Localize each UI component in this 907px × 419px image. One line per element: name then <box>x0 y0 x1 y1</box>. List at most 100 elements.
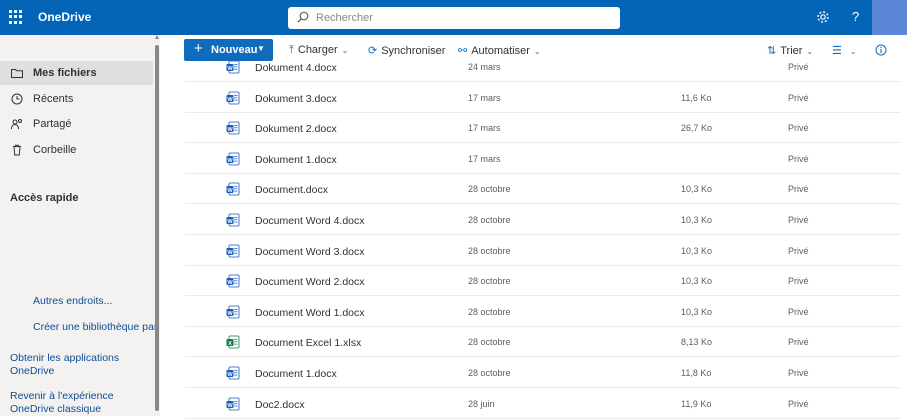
file-name[interactable]: Document Word 3.docx <box>255 246 365 258</box>
file-size: 11,9 Ko <box>681 398 712 409</box>
svg-text:W: W <box>227 372 233 378</box>
word-file-icon: W <box>226 274 240 288</box>
search-input[interactable] <box>316 9 606 27</box>
get-apps-link[interactable]: Obtenir les applications OneDrive <box>10 352 150 378</box>
word-file-icon: W <box>226 244 240 257</box>
file-modified-date: 28 octobre <box>468 184 511 195</box>
file-sharing: Privé <box>788 123 809 134</box>
word-file-icon: W <box>226 397 240 410</box>
word-file-icon: W <box>226 182 240 196</box>
file-modified-date: 28 octobre <box>468 337 511 348</box>
file-name[interactable]: Dokument 2.docx <box>255 123 337 135</box>
nav-item-recycle-bin[interactable]: Corbeille <box>0 138 153 162</box>
svg-text:X: X <box>228 341 232 347</box>
file-size: 10,3 Ko <box>681 306 713 317</box>
shared-icon <box>11 119 22 130</box>
file-name[interactable]: Dokument 4.docx <box>255 62 337 74</box>
folder-icon <box>11 69 23 78</box>
file-name[interactable]: Document Word 1.docx <box>255 307 365 319</box>
file-row[interactable]: W Doc2.docx 28 juin 11,9 Ko Privé <box>185 389 900 419</box>
file-size: 11,8 Ko <box>681 368 712 378</box>
file-name[interactable]: Document Word 4.docx <box>255 215 365 227</box>
file-sharing: Privé <box>788 62 809 72</box>
file-name[interactable]: Dokument 3.docx <box>255 93 337 105</box>
app-title[interactable]: OneDrive <box>38 10 91 24</box>
file-modified-date: 28 octobre <box>468 306 511 317</box>
clock-icon <box>11 93 23 105</box>
classic-experience-link[interactable]: Revenir à l'expérience OneDrive classiqu… <box>10 390 150 416</box>
file-modified-date: 24 mars <box>468 62 501 72</box>
settings-icon[interactable] <box>816 10 830 24</box>
file-modified-date: 17 mars <box>468 153 501 164</box>
file-sharing: Privé <box>788 306 809 317</box>
file-size: 10,3 Ko <box>681 184 713 195</box>
file-size: 11,6 Ko <box>681 92 712 103</box>
file-name[interactable]: Document.docx <box>255 184 328 196</box>
file-row[interactable]: W Document 1.docx 28 octobre 11,8 Ko Privé <box>185 358 900 388</box>
sidebar-scrollbar[interactable] <box>155 35 160 416</box>
file-row[interactable]: W Document Word 4.docx 28 octobre 10,3 Ko Pr… <box>185 205 900 235</box>
waffle-icon[interactable] <box>9 10 23 24</box>
nav-item-label: Corbeille <box>33 144 77 156</box>
file-row[interactable]: W Dokument 2.docx 17 mars 26,7 Ko Privé <box>185 113 900 144</box>
svg-text:W: W <box>227 280 233 286</box>
file-sharing: Privé <box>788 153 809 164</box>
search-icon <box>297 11 309 23</box>
trash-icon <box>13 144 21 156</box>
word-file-icon: W <box>226 366 240 380</box>
top-bar: OneDrive ? <box>0 0 907 35</box>
file-sharing: Privé <box>788 398 809 409</box>
file-modified-date: 28 juin <box>468 398 495 409</box>
file-name[interactable]: Doc2.docx <box>255 399 305 411</box>
file-size: 10,3 Ko <box>681 276 713 287</box>
file-row[interactable]: W Dokument 3.docx 17 mars 11,6 Ko Privé <box>185 83 900 113</box>
svg-text:W: W <box>227 66 233 72</box>
svg-text:W: W <box>227 219 233 225</box>
avatar[interactable] <box>872 0 907 35</box>
file-row[interactable]: W Dokument 1.docx 17 mars Privé <box>185 144 900 174</box>
file-size: 26,7 Ko <box>681 123 713 134</box>
nav-item-label: Partagé <box>33 118 72 130</box>
file-size: 8,13 Ko <box>681 337 713 348</box>
quick-access-heading: Accès rapide <box>10 192 79 204</box>
svg-text:W: W <box>227 96 233 102</box>
file-name[interactable]: Document Excel 1.xlsx <box>255 337 361 349</box>
file-row[interactable]: W Dokument 4.docx 24 mars Privé <box>185 52 900 82</box>
file-row[interactable]: W Document Word 2.docx 28 octobre 10,3 Ko Pr… <box>185 266 900 297</box>
file-size: 10,3 Ko <box>681 245 713 256</box>
nav-item-shared[interactable]: Partagé <box>0 112 153 136</box>
word-file-icon: W <box>226 213 240 227</box>
file-modified-date: 28 octobre <box>468 245 511 256</box>
file-modified-date: 28 octobre <box>468 368 511 378</box>
file-row[interactable]: X Document Excel 1.xlsx 28 octobre 8,13 Ko P… <box>185 327 900 358</box>
file-sharing: Privé <box>788 245 809 256</box>
nav-item-recent[interactable]: Récents <box>0 87 153 111</box>
file-sharing: Privé <box>788 184 809 195</box>
file-name[interactable]: Dokument 1.docx <box>255 154 337 166</box>
nav-item-label: Mes fichiers <box>33 67 97 79</box>
word-file-icon: W <box>226 152 240 166</box>
scrollbar-thumb[interactable] <box>155 45 159 411</box>
word-file-icon: W <box>226 121 240 135</box>
excel-file-icon: X <box>226 335 240 349</box>
file-modified-date: 28 octobre <box>468 215 511 225</box>
help-icon[interactable]: ? <box>852 9 859 25</box>
file-sharing: Privé <box>788 215 809 225</box>
create-library-link[interactable]: Créer une bibliothèque partagée <box>33 321 155 333</box>
nav-item-my-files[interactable]: Mes fichiers <box>0 61 153 85</box>
svg-text:W: W <box>227 158 233 164</box>
file-size: 10,3 Ko <box>681 215 713 225</box>
other-places-link[interactable]: Autres endroits... <box>33 295 112 307</box>
file-row[interactable]: W Document Word 3.docx 28 octobre 10,3 Ko Pr… <box>185 236 900 266</box>
file-sharing: Privé <box>788 337 809 348</box>
file-name[interactable]: Document Word 2.docx <box>255 276 365 288</box>
search-box[interactable] <box>288 7 620 29</box>
file-row[interactable]: W Document Word 1.docx 28 octobre 10,3 Ko Pr… <box>185 297 900 327</box>
file-modified-date: 28 octobre <box>468 276 511 287</box>
svg-text:W: W <box>227 311 233 317</box>
nav-item-label: Récents <box>33 93 74 105</box>
file-row[interactable]: W Document.docx 28 octobre 10,3 Ko Privé <box>185 174 900 205</box>
file-name[interactable]: Document 1.docx <box>255 368 337 380</box>
scroll-up-icon[interactable] <box>155 35 159 39</box>
word-file-icon: W <box>226 305 240 319</box>
